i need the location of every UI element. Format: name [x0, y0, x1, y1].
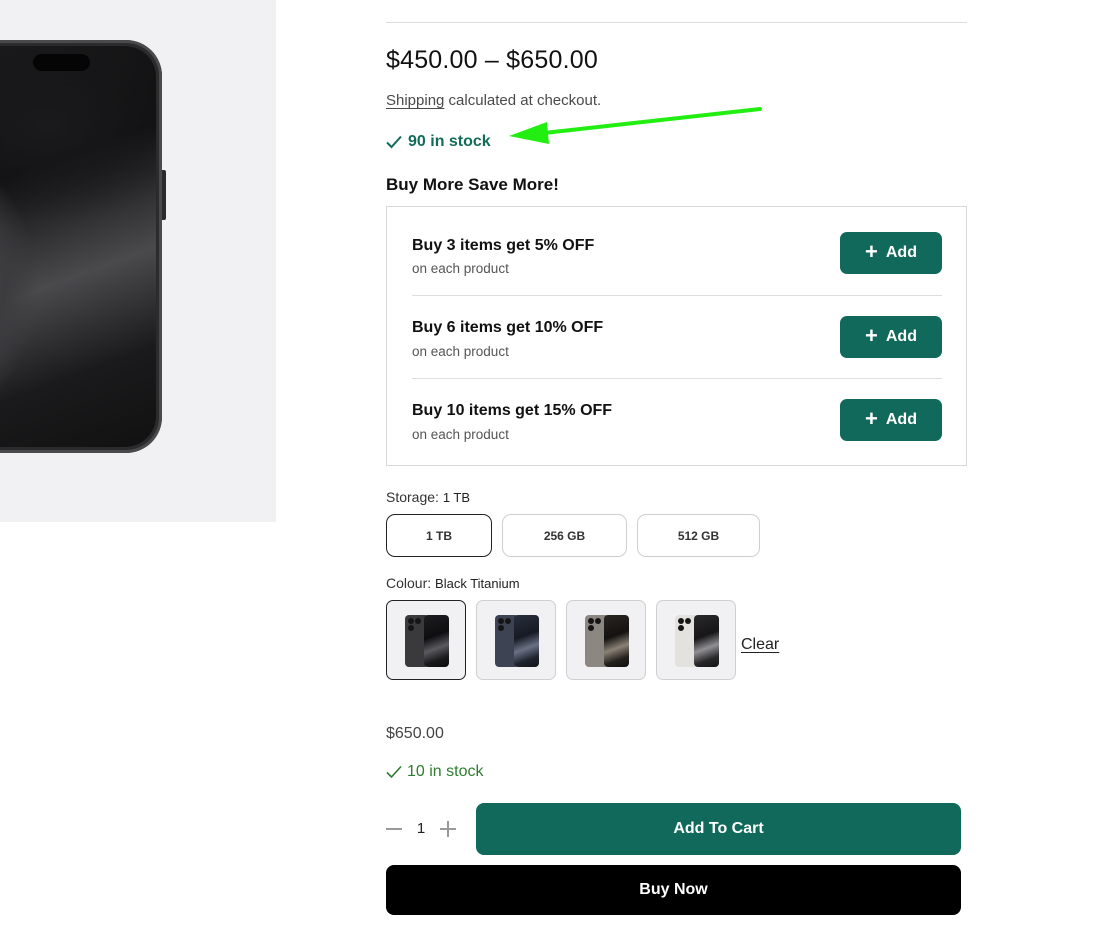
- offer-title: Buy 3 items get 5% OFF: [412, 237, 595, 254]
- add-offer-button[interactable]: + Add: [840, 316, 942, 358]
- bundle-offer: Buy 3 items get 5% OFF on each product +…: [412, 212, 942, 295]
- offer-title: Buy 6 items get 10% OFF: [412, 319, 604, 336]
- camera-icon: [678, 618, 684, 624]
- add-label: Add: [885, 411, 917, 428]
- divider: [386, 22, 967, 23]
- phone-illustration: [0, 40, 166, 453]
- storage-option-512gb[interactable]: 512 GB: [637, 514, 760, 557]
- swatch-phone-image: [495, 615, 539, 667]
- phone-screen: [0, 46, 156, 447]
- storage-selected-value: 1 TB: [442, 490, 471, 505]
- offer-subtitle: on each product: [412, 344, 509, 359]
- bundle-offer: Buy 6 items get 10% OFF on each product …: [412, 295, 942, 378]
- colour-selected-value: Black Titanium: [435, 576, 520, 591]
- swatch-phone-image: [585, 615, 629, 667]
- colour-label: Colour: Black Titanium: [386, 575, 520, 591]
- swatch-phone-image: [675, 615, 719, 667]
- plus-icon: +: [865, 405, 878, 431]
- add-to-cart-button[interactable]: Add To Cart: [476, 803, 961, 855]
- stock-status: 90 in stock: [386, 133, 491, 151]
- offer-subtitle: on each product: [412, 427, 509, 442]
- colour-swatch-black-titanium[interactable]: [386, 600, 466, 680]
- camera-icon: [408, 618, 414, 624]
- stock-text: 90 in stock: [408, 133, 491, 150]
- clear-selection-link[interactable]: Clear: [741, 636, 779, 654]
- shipping-link[interactable]: Shipping: [386, 92, 444, 109]
- offer-subtitle: on each product: [412, 261, 509, 276]
- bundle-offer: Buy 10 items get 15% OFF on each product…: [412, 378, 942, 461]
- minus-icon[interactable]: [386, 828, 402, 830]
- add-offer-button[interactable]: + Add: [840, 232, 942, 274]
- storage-option-256gb[interactable]: 256 GB: [502, 514, 627, 557]
- bundle-title: Buy More Save More!: [386, 175, 559, 194]
- bundle-offers: Buy 3 items get 5% OFF on each product +…: [386, 206, 967, 466]
- plus-icon: +: [865, 238, 878, 264]
- camera-icon: [498, 618, 504, 624]
- colour-swatch-blue-titanium[interactable]: [476, 600, 556, 680]
- variant-stock-status: 10 in stock: [386, 763, 483, 781]
- variant-price: $650.00: [386, 725, 444, 742]
- checkmark-icon: [386, 135, 402, 149]
- offer-title: Buy 10 items get 15% OFF: [412, 402, 613, 419]
- buy-now-button[interactable]: Buy Now: [386, 865, 961, 915]
- product-image[interactable]: [0, 0, 276, 522]
- checkmark-icon: [386, 765, 402, 779]
- quantity-stepper: 1: [386, 816, 466, 842]
- colour-label-text: Colour:: [386, 575, 432, 591]
- phone-front: [514, 615, 539, 667]
- add-label: Add: [885, 244, 917, 261]
- price-range: $450.00 – $650.00: [386, 46, 598, 74]
- phone-front: [604, 615, 629, 667]
- storage-label: Storage: 1 TB: [386, 489, 470, 505]
- colour-swatch-natural-titanium[interactable]: [566, 600, 646, 680]
- phone-front: [694, 615, 719, 667]
- phone-dynamic-island: [33, 54, 90, 71]
- storage-option-1tb[interactable]: 1 TB: [386, 514, 492, 557]
- quantity-input[interactable]: 1: [416, 820, 426, 837]
- storage-label-text: Storage:: [386, 489, 439, 505]
- swatch-phone-image: [405, 615, 449, 667]
- add-label: Add: [885, 328, 917, 345]
- camera-icon: [588, 618, 594, 624]
- plus-icon: +: [865, 322, 878, 348]
- increase-quantity-button[interactable]: [438, 818, 458, 840]
- annotation-arrow-icon: [509, 107, 762, 144]
- add-offer-button[interactable]: + Add: [840, 399, 942, 441]
- phone-side-button: [162, 170, 166, 220]
- variant-stock-text: 10 in stock: [407, 763, 484, 780]
- colour-swatch-white-titanium[interactable]: [656, 600, 736, 680]
- phone-front: [424, 615, 449, 667]
